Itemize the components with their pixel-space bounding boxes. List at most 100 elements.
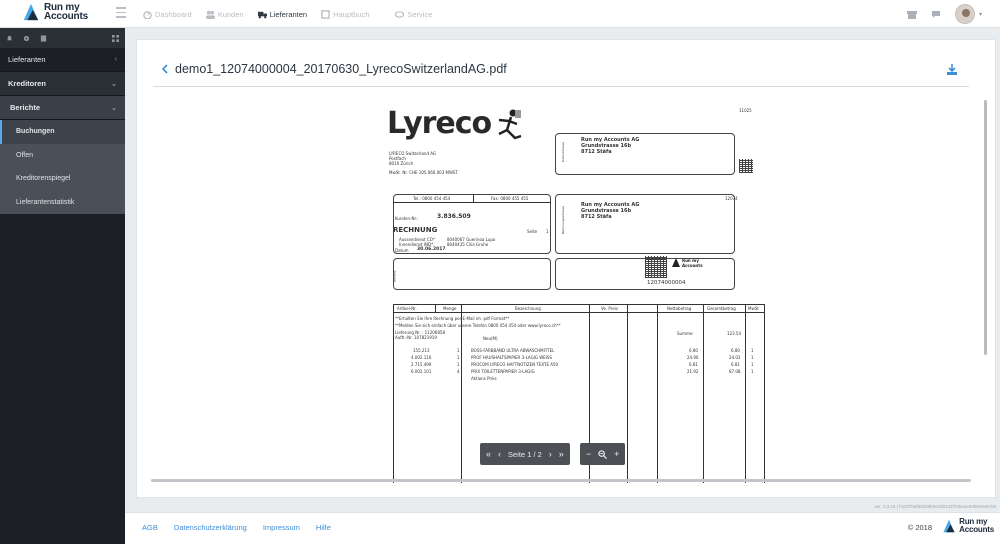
bell-icon[interactable] — [6, 35, 13, 42]
chevron-left-icon: ‹ — [114, 56, 117, 63]
nav-hauptbuch[interactable]: Hauptbuch — [321, 10, 369, 19]
footer-link-privacy[interactable]: Datenschutzerklärung — [174, 523, 247, 532]
version-text: ver. 3.3.15 | f4c8f7b6f55d36b9c8d9142f76… — [874, 504, 996, 509]
menu-toggle-icon[interactable] — [116, 7, 126, 19]
nav-lieferanten-label: Lieferanten — [269, 9, 308, 19]
pdf-controls: « ‹ Seite 1 / 2 › » − + — [480, 443, 626, 465]
sidebar-link-kreditorenspiegel[interactable]: Kreditorenspiegel — [0, 167, 125, 191]
sidebar-item-lieferanten[interactable]: Lieferanten ‹ — [0, 48, 125, 72]
row-qty: 1 — [457, 355, 460, 360]
row-article: 6.002.101 — [411, 369, 432, 374]
header-divider — [153, 86, 969, 87]
chevron-down-icon: ⌄ — [111, 80, 117, 88]
row-qty: 1 — [457, 362, 460, 367]
delivery-side-label: Lieferadresse — [561, 141, 566, 163]
footer-link-help[interactable]: Hilfe — [316, 523, 331, 532]
logo-mark-icon — [943, 519, 955, 533]
row-net: 6.80 — [689, 348, 698, 353]
page-number: 1 — [546, 229, 549, 234]
row-desc: PRIX TOILETTENPAPIER 3-LAGIG — [471, 369, 535, 374]
last-page-button[interactable]: » — [559, 449, 564, 459]
back-arrow-icon[interactable] — [161, 64, 169, 74]
service-icon — [395, 10, 405, 18]
footer-link-imprint[interactable]: Impressum — [263, 523, 300, 532]
download-icon[interactable] — [947, 64, 957, 75]
sidebar-item-label: Berichte — [10, 103, 41, 112]
dashboard-icon — [143, 10, 152, 19]
gear-icon[interactable] — [23, 35, 30, 42]
avatar[interactable] — [954, 4, 975, 24]
col-net: Nettobetrag — [667, 306, 692, 311]
main-nav: Dashboard Kunden Lieferanten Hauptbuch S… — [143, 0, 432, 28]
top-bar: Run my Accounts Dashboard Kunden Liefera… — [0, 0, 1000, 28]
col-desc: Bezeichnung — [515, 306, 541, 311]
card-header: demo1_12074000004_20170630_LyrecoSwitzer… — [161, 62, 507, 76]
inside-sales-value: 8040435 Cilia Gruhe — [447, 242, 489, 247]
fax-number: Fax: 0800 455 455 — [491, 196, 529, 201]
search-icon[interactable] — [598, 449, 608, 459]
footer-link-agb[interactable]: AGB — [142, 523, 158, 532]
nav-hauptbuch-label: Hauptbuch — [333, 9, 370, 19]
row-total: 6.81 — [731, 362, 740, 367]
sidebar-link-lieferantenstatistik[interactable]: Lieferantenstatistik — [0, 191, 125, 215]
divider — [393, 202, 551, 203]
row-article: 4.002.116 — [411, 355, 432, 360]
action-price-label: Aktions Preis — [471, 376, 497, 381]
document-icon[interactable] — [40, 34, 47, 42]
sidebar-submenu: Buchungen Offen Kreditorenspiegel Liefer… — [0, 120, 125, 214]
nav-service[interactable]: Service — [395, 10, 432, 19]
zoom-out-button[interactable]: − — [586, 449, 591, 459]
horizontal-scrollbar[interactable] — [151, 479, 971, 482]
col-vat: MwSt — [748, 306, 759, 311]
sidebar-item-kreditoren[interactable]: Kreditoren ⌄ — [0, 72, 125, 96]
row-qty: 4 — [457, 369, 460, 374]
first-page-button[interactable]: « — [486, 449, 491, 459]
book-icon — [321, 9, 330, 19]
logo-line2: Accounts — [44, 11, 88, 22]
sender-address2: 8010 Zürich — [389, 161, 414, 166]
row-total: 6.80 — [731, 348, 740, 353]
chevron-down-icon: ⌄ — [111, 104, 117, 112]
nav-kunden-label: Kunden — [217, 9, 244, 19]
nav-kunden[interactable]: Kunden — [205, 9, 244, 19]
top-bar-actions: ▾ — [906, 4, 982, 24]
sidebar-item-label: Kreditoren — [8, 79, 46, 88]
nav-lieferanten[interactable]: Lieferanten — [257, 9, 308, 19]
stamp-box — [555, 258, 735, 290]
logo-text: Run my Accounts — [44, 3, 88, 22]
sidebar-item-label: Lieferanten — [8, 55, 46, 64]
prev-page-button[interactable]: ‹ — [498, 449, 501, 459]
page-navigation: « ‹ Seite 1 / 2 › » — [480, 443, 570, 465]
pdf-page: Lyreco 11025 LYRECO Switzerland AG Postf… — [375, 106, 765, 483]
gift-icon[interactable] — [906, 9, 917, 19]
invoice-ref-number: 11025 — [739, 108, 752, 113]
grid-icon[interactable] — [112, 34, 119, 42]
order-side-label: Bestellt — [392, 270, 397, 282]
chevron-down-icon[interactable]: ▾ — [979, 11, 982, 18]
users-icon — [205, 10, 215, 19]
sidebar-link-buchungen[interactable]: Buchungen — [0, 120, 125, 144]
divider — [627, 304, 628, 483]
row-article: 2.715.499 — [411, 362, 432, 367]
next-page-button[interactable]: › — [549, 449, 552, 459]
pdf-viewer[interactable]: Lyreco 11025 LYRECO Switzerland AG Postf… — [153, 88, 971, 483]
delivery-recipient3: 8712 Stäfa — [581, 149, 612, 155]
chat-icon[interactable] — [931, 9, 941, 19]
row-desc: PROF HAUSHALTSPAPIER 3-LAGIG WEISS — [471, 355, 552, 360]
logo-mark-icon — [23, 3, 39, 21]
col-qty: Menge — [443, 306, 457, 311]
divider — [435, 304, 436, 312]
row-vat: 1 — [751, 369, 754, 374]
divider — [657, 304, 658, 483]
sidebar-link-offen[interactable]: Offen — [0, 144, 125, 168]
col-total: Gesamtbetrag — [707, 306, 736, 311]
vertical-scrollbar[interactable] — [984, 100, 987, 355]
app-logo[interactable]: Run my Accounts — [22, 2, 88, 22]
nav-dashboard[interactable]: Dashboard — [143, 10, 192, 19]
col-price: Ve. Preis — [601, 306, 618, 311]
nav-service-label: Service — [407, 9, 433, 19]
sidebar-item-berichte[interactable]: Berichte ⌄ — [0, 96, 125, 120]
customer-number-label: Kunden-Nr.: — [395, 216, 419, 221]
billing-ref: 12074 — [725, 196, 738, 201]
zoom-in-button[interactable]: + — [614, 449, 619, 459]
